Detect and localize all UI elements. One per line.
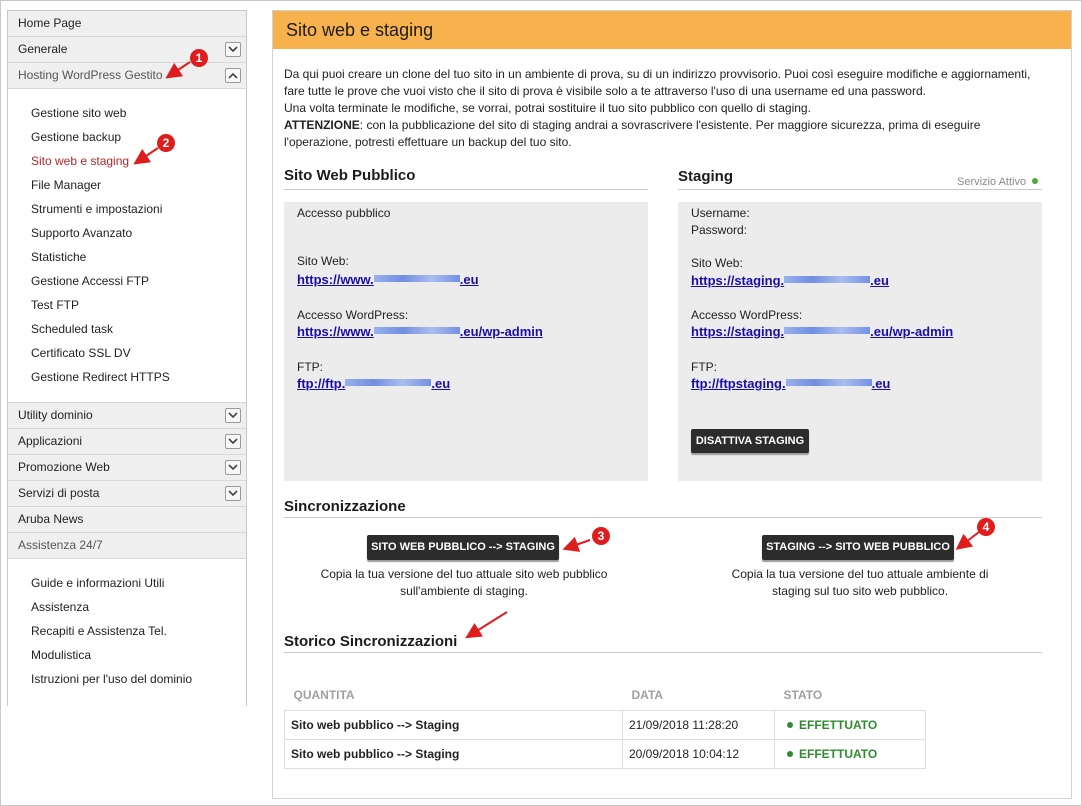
annotation-arrow-1 [165, 61, 191, 79]
annotation-marker-2: 2 [157, 134, 175, 152]
annotation-arrow-history [465, 611, 508, 639]
annotation-marker-1: 1 [190, 49, 208, 67]
annotation-arrows [133, 61, 980, 639]
annotation-arrow-3 [562, 536, 591, 552]
annotation-marker-4: 4 [977, 518, 995, 536]
annotation-marker-3: 3 [592, 527, 610, 545]
annotation-arrow-4 [955, 531, 980, 550]
annotation-arrow-2 [133, 147, 159, 165]
